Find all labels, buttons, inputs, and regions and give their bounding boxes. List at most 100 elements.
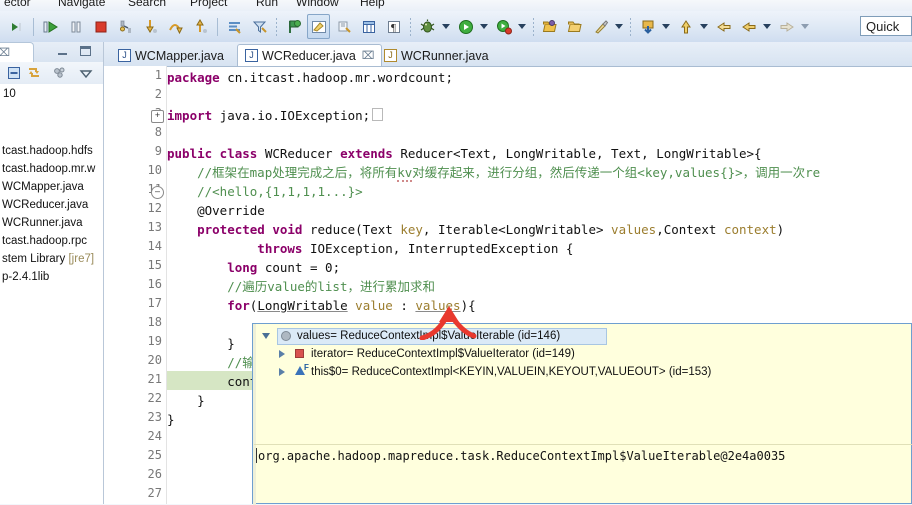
- link-with-editor-icon[interactable]: [26, 65, 42, 81]
- line-number: 12: [147, 201, 162, 215]
- tree-item-wcreducer[interactable]: WCReducer.java: [0, 196, 104, 214]
- line-number: 18: [147, 315, 162, 329]
- save-all-dropdown-arrow[interactable]: [660, 15, 671, 38]
- line-number: 1: [154, 68, 162, 82]
- skip-breakpoints-button[interactable]: [282, 14, 305, 39]
- back-dropdown-arrow[interactable]: [761, 15, 772, 38]
- line-number: 20: [147, 353, 162, 367]
- debug-dropdown-arrow[interactable]: [440, 15, 451, 38]
- next-annotation-dropdown-arrow[interactable]: [698, 15, 709, 38]
- run-button[interactable]: [454, 14, 477, 39]
- package-explorer-tab[interactable]: orer⌧: [0, 42, 34, 62]
- use-step-filters-button[interactable]: [248, 14, 271, 39]
- menu-item-window[interactable]: Window: [296, 0, 339, 9]
- line-number: 2: [154, 87, 162, 101]
- suspend-button[interactable]: [64, 14, 87, 39]
- tree-item-mr[interactable]: tcast.hadoop.mr.w: [0, 160, 104, 178]
- next-annotation-button[interactable]: [674, 14, 697, 39]
- menu-item-run[interactable]: Run: [256, 0, 278, 9]
- coverage-dropdown-arrow[interactable]: [516, 15, 527, 38]
- chevron-down-icon[interactable]: [78, 65, 94, 81]
- package-explorer-tree[interactable]: 10 tcast.hadoop.hdfs tcast.hadoop.mr.w W…: [0, 84, 104, 504]
- line-number: 23: [147, 410, 162, 424]
- package-explorer-tab-row: orer⌧: [0, 42, 104, 62]
- code-line-20: //输: [167, 355, 255, 370]
- tab-wcreducer[interactable]: J WCReducer.java ⌧: [237, 44, 383, 66]
- tab-wcrunner[interactable]: J WCRunner.java: [376, 44, 497, 66]
- quick-access-input[interactable]: Quick: [860, 16, 912, 36]
- disconnect-button[interactable]: [114, 14, 137, 39]
- tree-item-hdfs[interactable]: tcast.hadoop.hdfs: [0, 142, 104, 160]
- forward-button[interactable]: [775, 14, 798, 39]
- code-line-15: long count = 0;: [167, 260, 341, 275]
- line-number: 13: [147, 220, 162, 234]
- tab-wcmapper-label: WCMapper.java: [135, 48, 224, 63]
- menu-item-search[interactable]: Search: [128, 0, 166, 9]
- line-number: 21: [147, 372, 162, 386]
- toggle-mark-occurrences-button[interactable]: [307, 14, 330, 39]
- tab-wcmapper[interactable]: J WCMapper.java: [110, 44, 232, 66]
- run-dropdown-arrow[interactable]: [478, 15, 489, 38]
- tree-item-wcrunner[interactable]: WCRunner.java: [0, 214, 104, 232]
- partial-icon[interactable]: [5, 14, 28, 39]
- back-button[interactable]: [737, 14, 760, 39]
- tree-item-wcmapper[interactable]: WCMapper.java: [0, 178, 104, 196]
- expander-closed-icon[interactable]: [279, 350, 285, 358]
- line-number: 16: [147, 277, 162, 291]
- code-line-3: import java.io.IOException;: [167, 106, 384, 125]
- view-menu-icon[interactable]: [52, 65, 68, 81]
- show-whitespace-button[interactable]: [357, 14, 380, 39]
- popup-content: values= ReduceContextImpl$ValueIterable …: [253, 324, 912, 505]
- forward-dropdown-arrow[interactable]: [799, 15, 810, 38]
- external-tools-button[interactable]: [589, 14, 612, 39]
- minimize-view-button[interactable]: [58, 46, 71, 58]
- coverage-button[interactable]: [492, 14, 515, 39]
- step-into-button[interactable]: [139, 14, 162, 39]
- step-over-button[interactable]: [164, 14, 187, 39]
- popup-row-iterator[interactable]: iterator= ReduceContextImpl$ValueIterato…: [311, 345, 575, 363]
- previous-annotation-button[interactable]: [712, 14, 735, 39]
- line-number: 14: [147, 239, 162, 253]
- terminate-button[interactable]: [89, 14, 112, 39]
- tree-item-rpc[interactable]: tcast.hadoop.rpc: [0, 232, 104, 250]
- menu-item-project[interactable]: Project: [190, 0, 227, 9]
- code-line-22: }: [167, 393, 205, 408]
- code-line-21: cont: [167, 374, 258, 389]
- tab-wcrunner-label: WCRunner.java: [401, 48, 489, 63]
- maximize-view-button[interactable]: [80, 46, 93, 58]
- toolbar-separator-3: [276, 17, 277, 36]
- tree-item-hadoop-lib[interactable]: p-2.4.1lib: [0, 268, 104, 286]
- menu-bar: ector Navigate Search Project Run Window…: [0, 0, 912, 11]
- menu-item-editor[interactable]: ector: [4, 0, 31, 9]
- external-tools-dropdown-arrow[interactable]: [613, 15, 624, 38]
- collapse-all-icon[interactable]: [6, 65, 22, 81]
- line-number: 24: [147, 429, 162, 443]
- close-icon[interactable]: ⌧: [0, 47, 10, 59]
- step-return-button[interactable]: [189, 14, 212, 39]
- debug-button[interactable]: [416, 14, 439, 39]
- toggle-block-selection-button[interactable]: [332, 14, 355, 39]
- show-pilcrow-button[interactable]: ¶: [382, 14, 405, 39]
- menu-item-navigate[interactable]: Navigate: [58, 0, 105, 9]
- open-type-button[interactable]: [539, 14, 562, 39]
- expander-closed-icon[interactable]: [279, 368, 285, 376]
- fold-collapse-icon[interactable]: –: [151, 186, 164, 199]
- popup-row-this0[interactable]: this$0= ReduceContextImpl<KEYIN,VALUEIN,…: [311, 363, 711, 381]
- fold-expand-icon[interactable]: +: [151, 110, 164, 123]
- resume-button[interactable]: [39, 14, 62, 39]
- save-all-button[interactable]: [636, 14, 659, 39]
- menu-item-help[interactable]: Help: [360, 0, 385, 9]
- popup-divider: [254, 444, 912, 445]
- java-file-icon: J: [245, 49, 258, 62]
- tree-item-jre-library[interactable]: stem Library [jre7]: [0, 250, 104, 268]
- line-number: 15: [147, 258, 162, 272]
- main-toolbar: ¶ Quick: [0, 11, 912, 43]
- java-file-icon: J: [118, 49, 131, 62]
- close-icon[interactable]: ⌧: [362, 49, 375, 62]
- drop-to-frame-button[interactable]: [223, 14, 246, 39]
- tree-count-label: 10: [3, 88, 16, 100]
- open-task-button[interactable]: [564, 14, 587, 39]
- debug-variable-hover-popup[interactable]: values= ReduceContextImpl$ValueIterable …: [252, 323, 912, 505]
- expander-open-icon[interactable]: [262, 333, 270, 339]
- toolbar-separator-4: [410, 17, 411, 36]
